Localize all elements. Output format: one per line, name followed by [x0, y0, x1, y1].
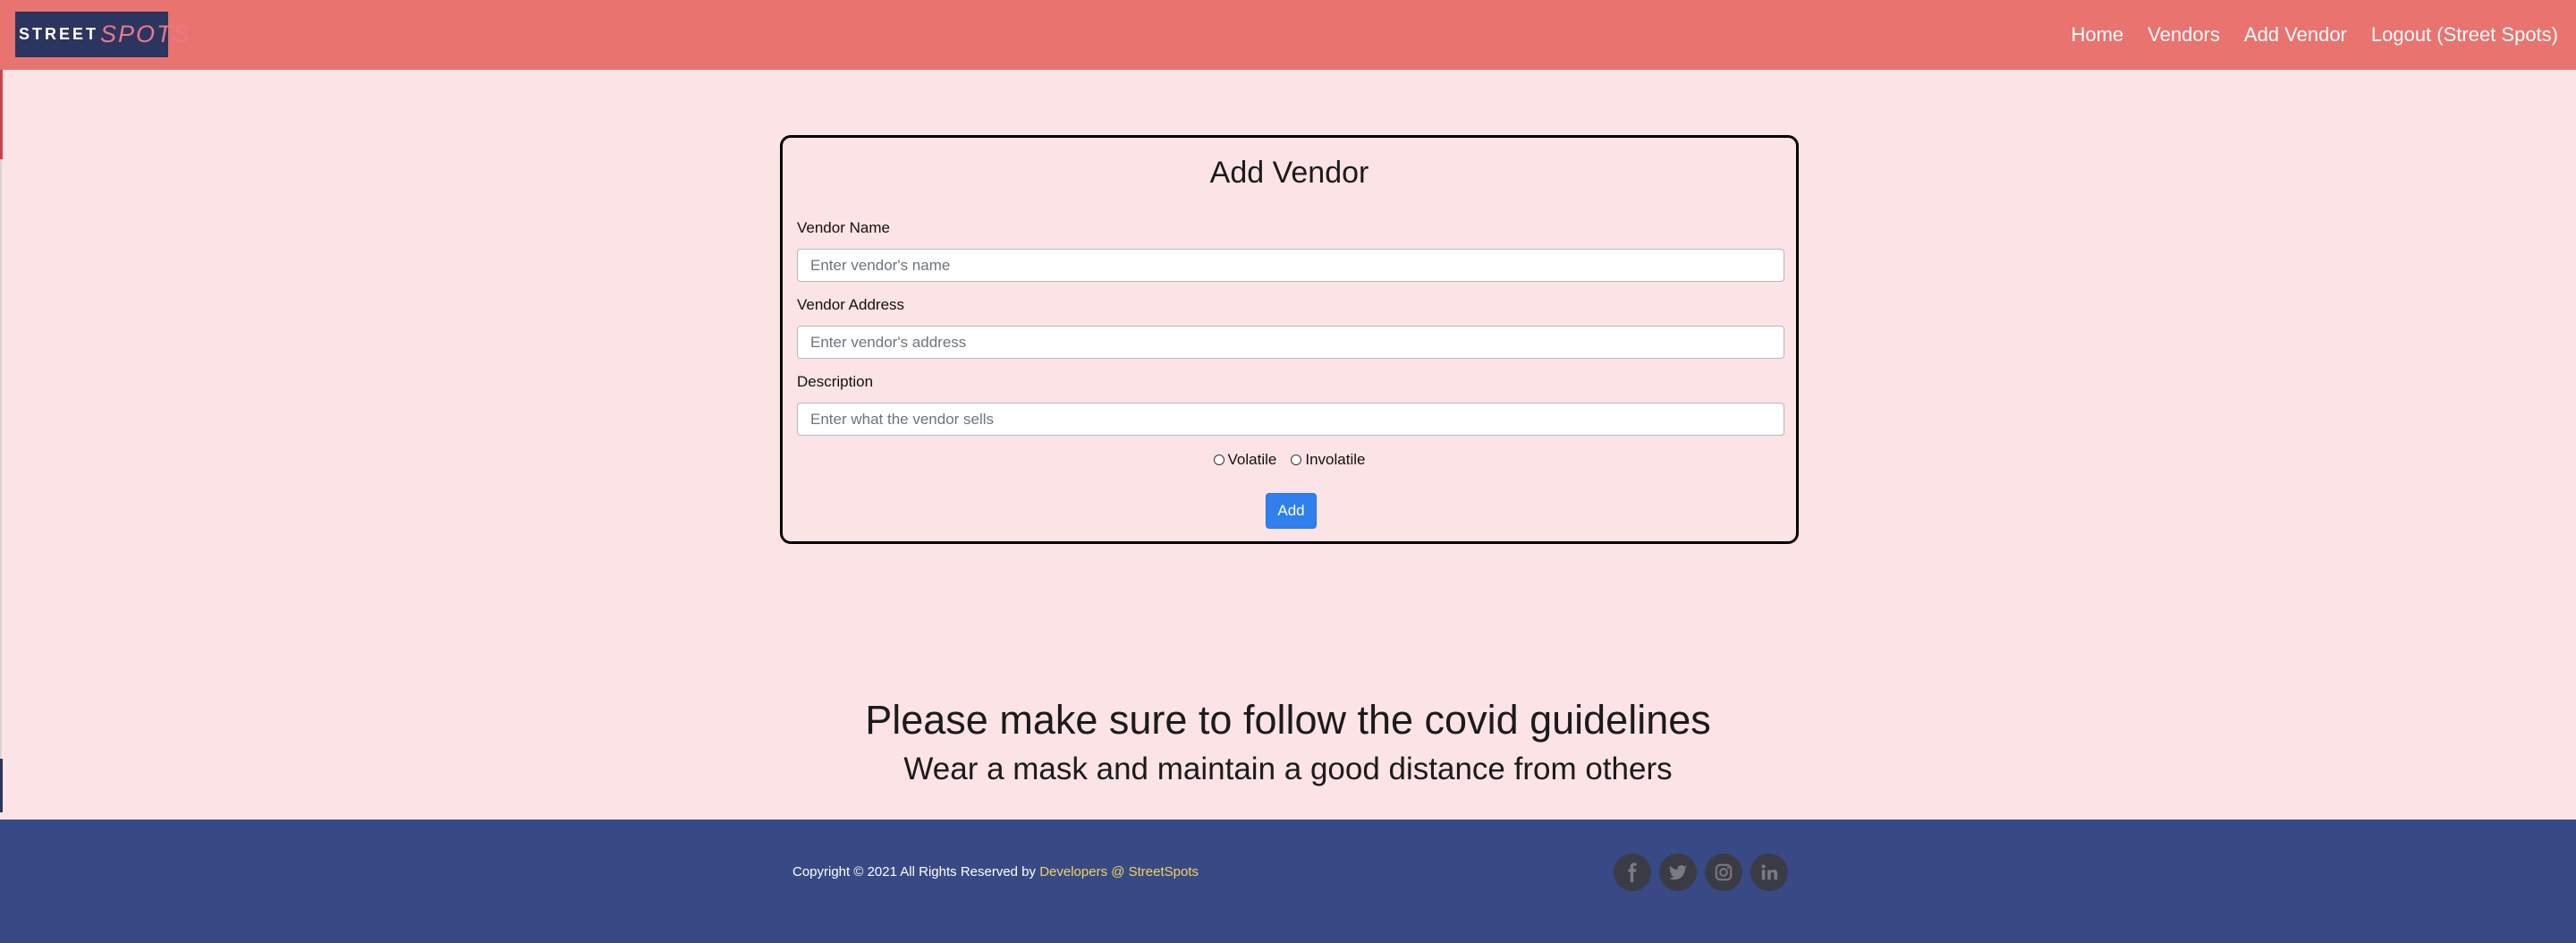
nav-link-home[interactable]: Home: [2071, 23, 2123, 47]
radio-option-volatile[interactable]: Volatile: [1213, 451, 1277, 469]
social-links: [1614, 854, 1788, 891]
copyright-text: Copyright © 2021 All Rights Reserved by …: [792, 864, 1199, 879]
vendor-name-label: Vendor Name: [797, 219, 890, 236]
radio-option-involatile[interactable]: Involatile: [1291, 451, 1365, 469]
navbar: STREET SPOTS Home Vendors Add Vendor Log…: [0, 0, 2576, 70]
nav-link-logout[interactable]: Logout (Street Spots): [2371, 23, 2558, 47]
covid-notice-subtitle: Wear a mask and maintain a good distance…: [903, 752, 1673, 786]
vendor-type-radio-group: Volatile Involatile: [783, 451, 1796, 469]
brand-logo-spots: SPOTS: [100, 21, 191, 47]
twitter-icon[interactable]: [1659, 854, 1697, 891]
description-input[interactable]: [797, 403, 1784, 436]
edge-stripe: [0, 70, 3, 159]
nav-link-add-vendor[interactable]: Add Vendor: [2244, 23, 2347, 47]
add-button[interactable]: Add: [1266, 493, 1317, 529]
instagram-icon[interactable]: [1705, 854, 1742, 891]
vendor-address-label: Vendor Address: [797, 296, 905, 313]
form-title: Add Vendor: [1209, 156, 1369, 190]
edge-stripe: [0, 159, 2, 759]
linkedin-icon[interactable]: [1750, 854, 1788, 891]
footer: Copyright © 2021 All Rights Reserved by …: [0, 820, 2576, 943]
radio-volatile[interactable]: [1213, 455, 1224, 465]
radio-volatile-label: Volatile: [1227, 451, 1277, 468]
brand-logo-street: STREET: [19, 25, 99, 43]
radio-involatile-label: Involatile: [1305, 451, 1366, 468]
add-vendor-form: Add Vendor Vendor Name Vendor Address De…: [780, 135, 1799, 544]
nav-links: Home Vendors Add Vendor Logout (Street S…: [2071, 0, 2558, 70]
copyright-label: Copyright © 2021 All Rights Reserved by: [792, 864, 1040, 879]
brand-logo[interactable]: STREET SPOTS: [15, 12, 190, 57]
vendor-address-input[interactable]: [797, 326, 1784, 359]
nav-link-vendors[interactable]: Vendors: [2148, 23, 2220, 47]
covid-notice-title: Please make sure to follow the covid gui…: [865, 697, 1711, 743]
vendor-name-input[interactable]: [797, 249, 1784, 282]
description-label: Description: [797, 373, 874, 390]
facebook-icon[interactable]: [1614, 854, 1651, 891]
developers-link[interactable]: Developers @ StreetSpots: [1039, 864, 1199, 879]
radio-involatile[interactable]: [1291, 455, 1302, 465]
